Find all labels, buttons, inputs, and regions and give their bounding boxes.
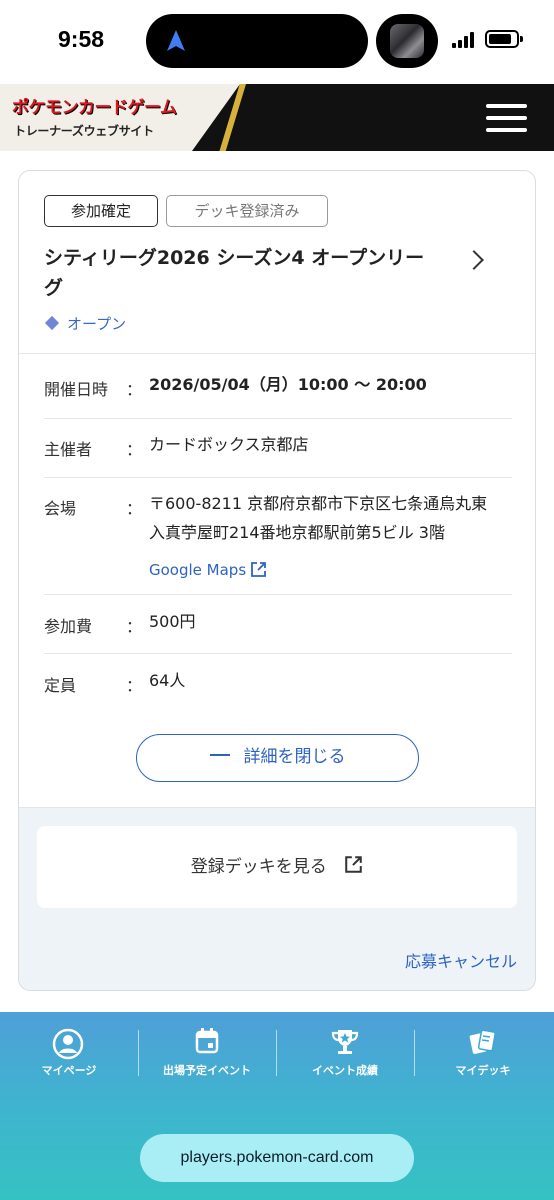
nav-item-event-results[interactable]: イベント成績	[276, 1020, 414, 1090]
nav-item-upcoming-events[interactable]: 出場予定イベント	[138, 1020, 276, 1090]
nav-item-my-deck[interactable]: マイデッキ	[414, 1020, 552, 1090]
close-details-button[interactable]: 詳細を閉じる	[136, 734, 419, 782]
user-icon	[52, 1028, 84, 1060]
colon: ：	[126, 499, 143, 518]
colon: ：	[126, 617, 143, 636]
nav-item-mypage[interactable]: マイページ	[0, 1020, 138, 1090]
venue-value: 〒600-8211 京都府京都市下京区七条通烏丸東入真苧屋町214番地京都駅前第…	[149, 494, 488, 542]
navigation-arrow-icon	[167, 30, 185, 51]
chevron-right-icon[interactable]	[464, 250, 484, 270]
google-maps-link[interactable]: Google Maps	[149, 561, 267, 579]
browser-url-bar[interactable]: players.pokemon-card.com	[140, 1134, 414, 1182]
nav-label: イベント成績	[312, 1064, 378, 1077]
tag-deck-registered: デッキ登録済み	[166, 195, 328, 227]
action-panel: 登録デッキを見る 応募キャンセル	[19, 807, 535, 990]
clock: 9:58	[58, 26, 105, 52]
logo-title: ポケモンカードゲーム	[12, 98, 177, 118]
app-header: ポケモンカードゲーム トレーナーズウェブサイト	[0, 84, 554, 151]
row-divider	[44, 594, 512, 595]
logo-subtitle: トレーナーズウェブサイト	[14, 124, 154, 138]
external-link-icon	[251, 562, 267, 577]
battery-icon	[485, 30, 523, 48]
capacity-value: 64人	[149, 671, 186, 690]
organizer-value: カードボックス京都店	[149, 435, 309, 454]
signal-icon	[452, 32, 476, 48]
fee-label: 参加費	[44, 617, 93, 636]
organizer-label: 主催者	[44, 440, 93, 459]
view-deck-label: 登録デッキを見る	[190, 857, 327, 877]
row-divider	[44, 418, 512, 419]
date-value: 2026/05/04（月）10:00 〜 20:00	[149, 375, 427, 394]
colon: ：	[126, 676, 143, 695]
nav-label: マイページ	[41, 1064, 97, 1077]
event-card: 参加確定 デッキ登録済み シティリーグ2026 シーズン4 オープンリーグ オー…	[18, 170, 536, 991]
status-bar: 9:58	[0, 0, 554, 84]
capacity-label: 定員	[44, 676, 77, 695]
event-title[interactable]: シティリーグ2026 シーズン4 オープンリーグ	[44, 243, 434, 303]
calendar-icon	[195, 1028, 219, 1054]
view-deck-button[interactable]: 登録デッキを見る	[37, 826, 517, 908]
cancel-application-link[interactable]: 応募キャンセル	[405, 948, 517, 972]
divider	[19, 353, 535, 354]
colon: ：	[126, 440, 143, 459]
trophy-icon	[331, 1030, 359, 1054]
site-logo[interactable]: ポケモンカードゲーム トレーナーズウェブサイト	[0, 84, 240, 151]
close-details-label: 詳細を閉じる	[243, 747, 346, 767]
nav-label: 出場予定イベント	[163, 1064, 251, 1077]
minus-icon	[209, 753, 230, 756]
external-link-icon	[345, 856, 362, 873]
fee-value: 500円	[149, 612, 196, 631]
cards-icon	[469, 1029, 496, 1054]
category-badge: オープン	[44, 313, 126, 334]
nav-label: マイデッキ	[455, 1064, 511, 1077]
colon: ：	[126, 380, 143, 399]
venue-label: 会場	[44, 499, 77, 518]
hamburger-icon[interactable]	[486, 104, 527, 132]
category-label: オープン	[67, 315, 127, 333]
tag-participation-confirmed: 参加確定	[44, 195, 158, 227]
row-divider	[44, 477, 512, 478]
google-maps-label: Google Maps	[149, 561, 247, 579]
diamond-icon	[44, 315, 60, 331]
now-playing-thumbnail[interactable]	[376, 14, 438, 68]
row-divider	[44, 653, 512, 654]
date-label: 開催日時	[44, 380, 109, 399]
dynamic-island[interactable]	[146, 14, 368, 68]
